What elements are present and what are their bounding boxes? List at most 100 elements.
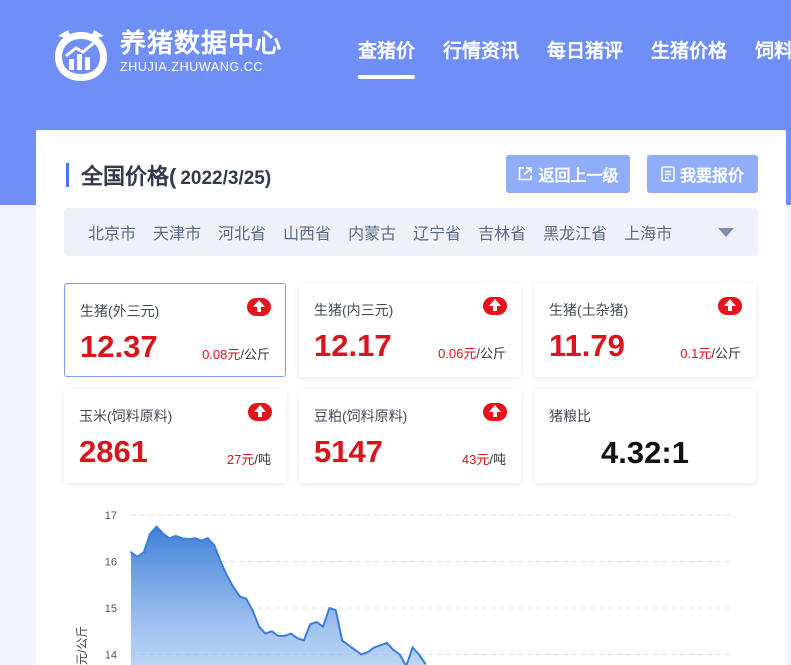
tile-name: 生猪(土杂猪)	[549, 302, 629, 318]
region-item[interactable]: 吉林省	[478, 220, 526, 244]
region-item[interactable]: 内蒙古	[348, 220, 396, 244]
main-nav: 查猪价 行情资讯 每日猪评 生猪价格 饲料	[358, 36, 791, 79]
heading-accent-bar	[66, 163, 69, 187]
region-item[interactable]: 黑龙江省	[543, 220, 607, 244]
tile-change-value: 27元	[226, 452, 255, 467]
data-point	[181, 537, 184, 540]
external-link-icon	[519, 167, 533, 181]
tile-name: 豆粕(饲料原料)	[314, 408, 408, 424]
nav-item-daily-review[interactable]: 每日猪评	[547, 36, 623, 63]
data-point	[130, 551, 132, 554]
data-point	[142, 551, 145, 554]
price-card: 全国价格( 2022/3/25) 返回上一级 我要报价 北京市 天津市 河北省 …	[36, 130, 786, 665]
nav-item-live-pig-price[interactable]: 生猪价格	[651, 36, 727, 63]
data-point	[277, 635, 280, 637]
data-point	[155, 525, 158, 528]
tile-change-unit: /公斤	[711, 346, 741, 361]
page-heading: 全国价格( 2022/3/25)	[66, 159, 271, 191]
y-tick-label: 15	[105, 603, 117, 615]
pig-logo-icon	[55, 30, 107, 81]
tile-name: 生猪(内三元)	[314, 302, 394, 318]
tile-change-unit: /公斤	[476, 346, 506, 361]
tile-change-unit: /公斤	[240, 347, 270, 362]
quote-button-label: 我要报价	[679, 168, 744, 185]
nav-item-check-price[interactable]: 查猪价	[358, 36, 416, 79]
y-tick-label: 14	[105, 650, 117, 662]
tile-price: 11.79	[549, 328, 625, 363]
data-point	[264, 632, 267, 635]
quote-button[interactable]: 我要报价	[647, 155, 758, 193]
back-button[interactable]: 返回上一级	[506, 155, 630, 193]
price-trend-chart[interactable]: 14 15 16 17 元/公斤	[76, 505, 746, 665]
caret-down-icon[interactable]	[718, 228, 734, 237]
data-point	[238, 595, 241, 598]
data-point	[168, 537, 171, 540]
tile-change-value: 0.08元	[202, 347, 241, 362]
data-point	[219, 560, 222, 563]
region-item[interactable]: 山西省	[283, 220, 331, 244]
data-point	[373, 646, 376, 649]
data-point	[354, 648, 356, 651]
data-point	[302, 639, 305, 642]
up-arrow-icon	[248, 403, 272, 421]
price-tile[interactable]: 生猪(外三元) 12.37 0.08元/公斤	[64, 283, 286, 377]
up-arrow-icon	[483, 297, 507, 315]
data-point	[379, 644, 382, 647]
tile-change: 43元/吨	[462, 449, 506, 468]
tile-name: 玉米(饲料原料)	[79, 408, 173, 424]
site-logo[interactable]: 养猪数据中心 ZHUJIA.ZHUWANG.CC	[50, 26, 282, 84]
tile-change: 0.08元/公斤	[202, 344, 270, 363]
price-tile[interactable]: 豆粕(饲料原料) 5147 43元/吨	[299, 389, 521, 483]
price-tile[interactable]: 生猪(土杂猪) 11.79 0.1元/公斤	[534, 283, 756, 377]
data-point	[245, 597, 248, 600]
data-point	[194, 537, 196, 540]
tile-price: 12.17	[314, 328, 392, 363]
data-point	[206, 537, 209, 540]
document-icon	[661, 166, 675, 182]
data-point	[347, 644, 350, 647]
price-tile[interactable]: 玉米(饲料原料) 2861 27元/吨	[64, 389, 286, 483]
region-item[interactable]: 上海市	[624, 220, 672, 244]
data-point	[366, 651, 369, 654]
data-point	[251, 609, 254, 612]
tile-change-value: 0.06元	[438, 346, 477, 361]
region-item[interactable]: 河北省	[218, 220, 266, 244]
data-point	[149, 532, 152, 535]
data-point	[174, 535, 177, 537]
nav-item-market-news[interactable]: 行情资讯	[443, 36, 519, 63]
up-arrow-icon	[247, 298, 271, 316]
y-axis-label: 元/公斤	[76, 626, 89, 665]
ratio-tile[interactable]: 猪粮比 4.32:1	[534, 389, 756, 483]
tile-name: 生猪(外三元)	[80, 303, 160, 319]
data-point	[290, 632, 292, 635]
region-filter: 北京市 天津市 河北省 山西省 内蒙古 辽宁省 吉林省 黑龙江省 上海市	[64, 208, 758, 256]
tile-change-unit: /吨	[254, 452, 271, 467]
data-point	[200, 539, 203, 542]
y-tick-label: 17	[105, 510, 117, 522]
tile-name: 猪粮比	[549, 408, 591, 424]
data-point	[258, 625, 260, 628]
data-point	[398, 653, 401, 656]
data-point	[328, 607, 331, 609]
data-point	[270, 630, 273, 633]
data-point	[232, 586, 235, 588]
data-point	[418, 653, 420, 656]
data-point	[226, 574, 228, 577]
price-tile[interactable]: 生猪(内三元) 12.17 0.06元/公斤	[299, 283, 521, 377]
tile-change-value: 0.1元	[680, 346, 712, 361]
tile-change: 0.1元/公斤	[680, 343, 741, 362]
data-point	[315, 621, 318, 623]
region-item[interactable]: 辽宁省	[413, 220, 461, 244]
region-item[interactable]: 北京市	[88, 220, 136, 244]
nav-item-feed[interactable]: 饲料	[755, 36, 791, 63]
data-point	[162, 532, 164, 535]
region-item[interactable]: 天津市	[153, 220, 201, 244]
ratio-value: 4.32:1	[601, 435, 689, 470]
data-point	[283, 635, 286, 637]
tile-price: 2861	[79, 434, 148, 469]
tile-change: 27元/吨	[227, 449, 271, 468]
page-title: 全国价格(	[81, 164, 177, 189]
data-point	[309, 623, 312, 626]
data-point	[386, 641, 388, 644]
y-tick-label: 16	[105, 557, 117, 569]
